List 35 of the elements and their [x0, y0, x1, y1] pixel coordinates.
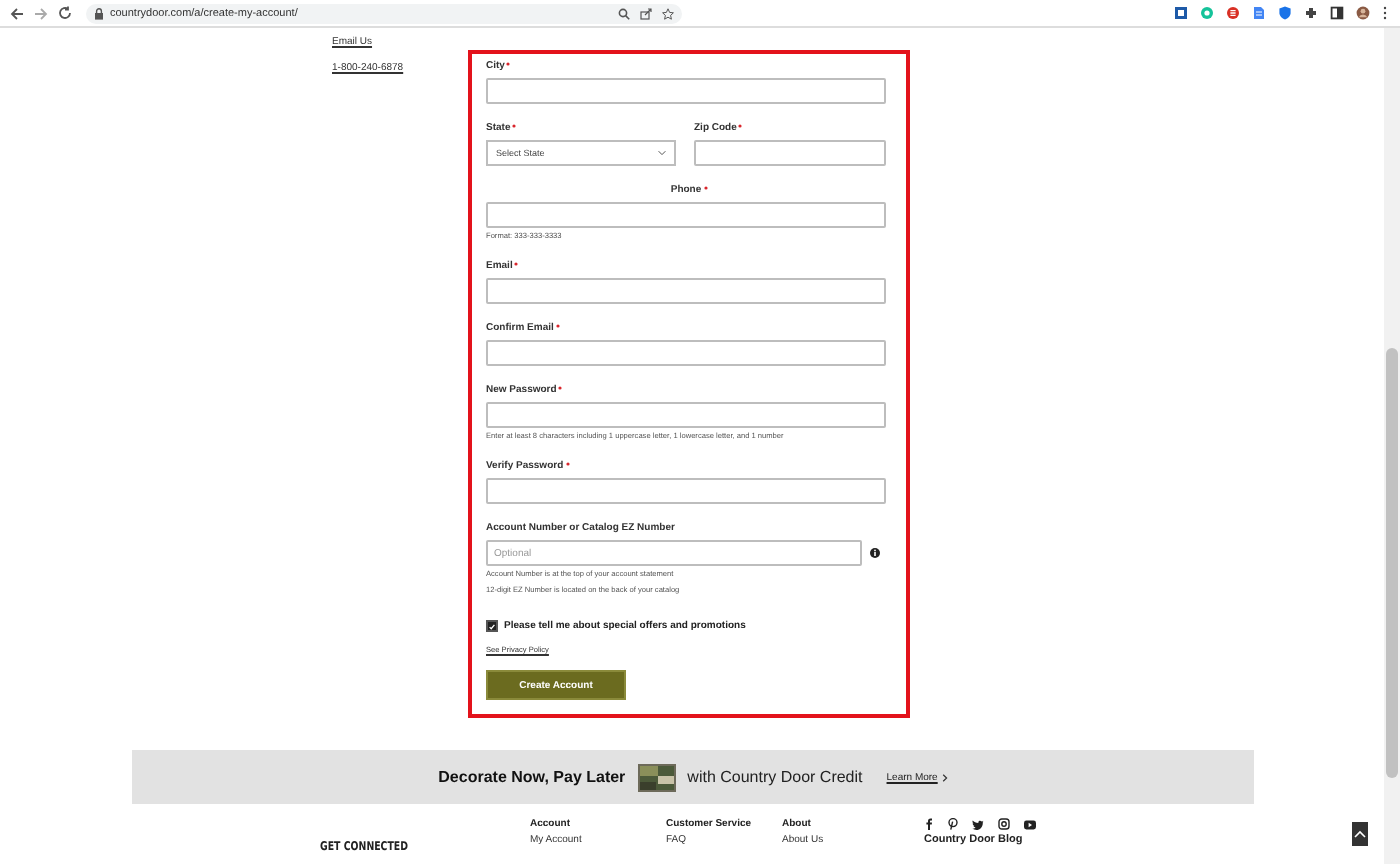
extensions-icon[interactable]: [1304, 6, 1318, 20]
scrollbar[interactable]: [1384, 28, 1400, 864]
input-field[interactable]: [486, 402, 886, 428]
facebook-icon[interactable]: [924, 818, 934, 830]
back-icon[interactable]: [10, 7, 24, 19]
input-field[interactable]: [486, 478, 886, 504]
banner-headline: Decorate Now, Pay Later: [438, 768, 626, 786]
twitter-icon[interactable]: [972, 819, 984, 829]
square-icon[interactable]: [1174, 6, 1188, 20]
scrollbar-thumb[interactable]: [1386, 348, 1398, 778]
star-icon[interactable]: [662, 7, 674, 19]
search-icon[interactable]: [618, 7, 630, 19]
reload-icon[interactable]: [58, 6, 72, 20]
input-field[interactable]: [486, 202, 886, 228]
input-field[interactable]: [486, 340, 886, 366]
shield-icon[interactable]: [1278, 6, 1292, 20]
avatar-icon[interactable]: [1356, 6, 1370, 20]
input-field[interactable]: [486, 278, 886, 304]
pinterest-icon[interactable]: [948, 818, 958, 830]
video-play-icon[interactable]: [1024, 819, 1036, 829]
input-field[interactable]: [486, 78, 886, 104]
instagram-icon[interactable]: [998, 818, 1010, 830]
chevron-down-icon: [658, 150, 666, 156]
input-field[interactable]: [694, 140, 886, 166]
checkbox[interactable]: [486, 620, 498, 632]
scroll-top-button[interactable]: [1352, 822, 1368, 846]
menu-icon[interactable]: [1382, 6, 1388, 20]
share-icon[interactable]: [640, 7, 652, 19]
info-icon[interactable]: [870, 548, 880, 558]
chevron-up-icon: [1354, 830, 1366, 838]
lock-icon[interactable]: [94, 7, 104, 19]
sidebar-icon[interactable]: [1330, 6, 1344, 20]
banner-text: with Country Door Credit: [687, 768, 863, 786]
chevron-right-icon: [941, 773, 948, 781]
document-icon[interactable]: [1252, 6, 1266, 20]
